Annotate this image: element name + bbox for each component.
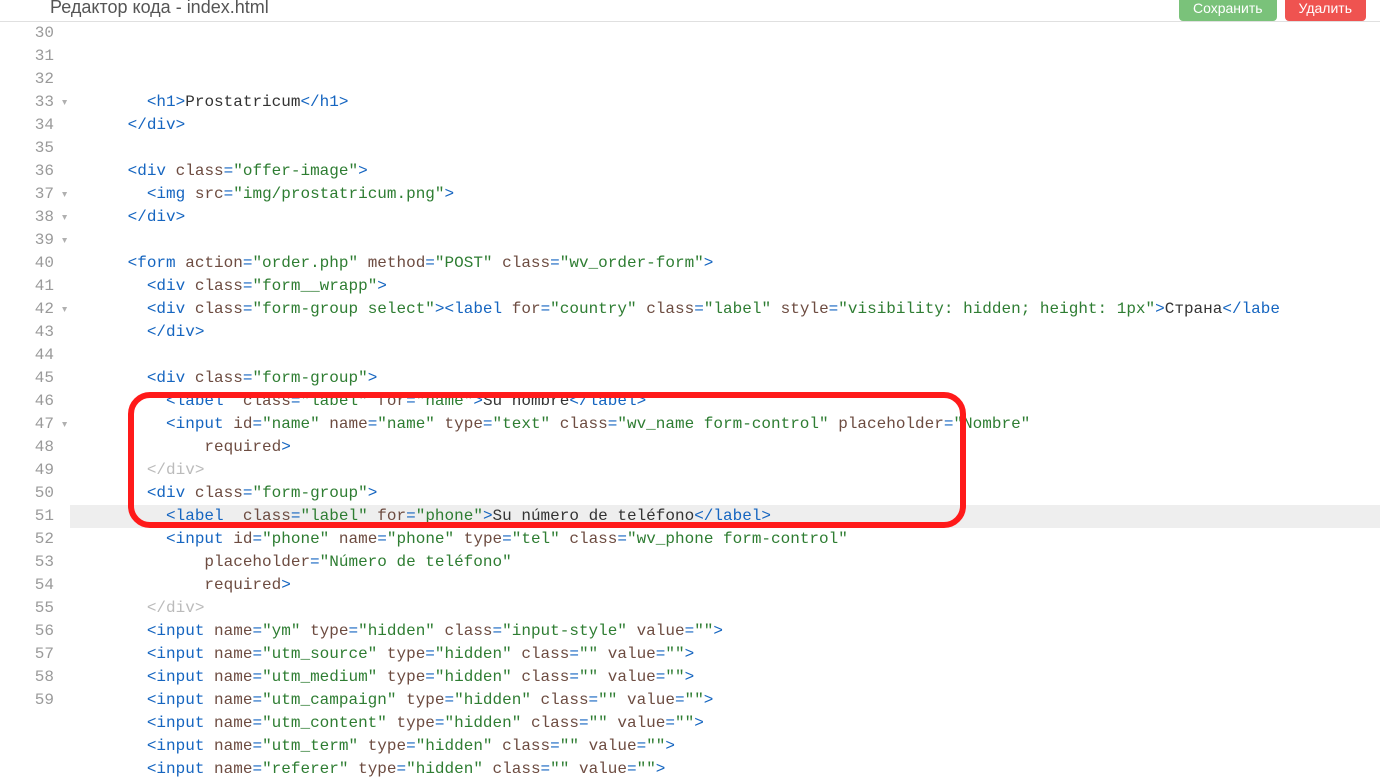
code-line[interactable]: <input name="utm_content" type="hidden" … <box>70 712 1380 735</box>
line-number[interactable]: 44 <box>0 344 54 367</box>
code-line[interactable]: <input name="utm_term" type="hidden" cla… <box>70 735 1380 758</box>
code-line[interactable]: <h1>Prostatricum</h1> <box>70 91 1380 114</box>
code-line[interactable]: <div class="offer-image"> <box>70 160 1380 183</box>
code-line[interactable]: </div> <box>70 459 1380 482</box>
code-line[interactable]: </div> <box>70 206 1380 229</box>
code-line[interactable]: required> <box>70 436 1380 459</box>
line-number[interactable]: 38 <box>0 206 54 229</box>
line-number[interactable]: 30 <box>0 22 54 45</box>
line-number[interactable]: 48 <box>0 436 54 459</box>
line-number[interactable]: 47 <box>0 413 54 436</box>
code-line[interactable] <box>70 229 1380 252</box>
code-line[interactable]: <div class="form__wrapp"> <box>70 275 1380 298</box>
line-number[interactable]: 40 <box>0 252 54 275</box>
line-number[interactable]: 57 <box>0 643 54 666</box>
code-line[interactable]: placeholder="Número de teléfono" <box>70 551 1380 574</box>
line-number[interactable]: 52 <box>0 528 54 551</box>
header-buttons: Сохранить Удалить <box>1179 0 1366 21</box>
line-number[interactable]: 42 <box>0 298 54 321</box>
line-number[interactable]: 46 <box>0 390 54 413</box>
code-line[interactable]: <input name="utm_source" type="hidden" c… <box>70 643 1380 666</box>
line-number[interactable]: 32 <box>0 68 54 91</box>
code-content[interactable]: <h1>Prostatricum</h1> </div> <div class=… <box>70 22 1380 781</box>
code-line[interactable]: <label class="label" for="name">Su nombr… <box>70 390 1380 413</box>
line-number[interactable]: 31 <box>0 45 54 68</box>
code-line[interactable]: <input name="utm_medium" type="hidden" c… <box>70 666 1380 689</box>
code-line[interactable]: <input name="referer" type="hidden" clas… <box>70 758 1380 781</box>
line-number[interactable]: 41 <box>0 275 54 298</box>
line-number[interactable]: 56 <box>0 620 54 643</box>
line-number[interactable]: 50 <box>0 482 54 505</box>
line-number[interactable]: 33 <box>0 91 54 114</box>
code-line[interactable]: <div class="form-group select"><label fo… <box>70 298 1380 321</box>
line-number[interactable]: 54 <box>0 574 54 597</box>
line-number[interactable]: 49 <box>0 459 54 482</box>
line-number[interactable]: 51 <box>0 505 54 528</box>
line-number[interactable]: 43 <box>0 321 54 344</box>
save-button[interactable]: Сохранить <box>1179 0 1277 21</box>
code-line[interactable] <box>70 137 1380 160</box>
code-line[interactable]: <form action="order.php" method="POST" c… <box>70 252 1380 275</box>
line-number[interactable]: 55 <box>0 597 54 620</box>
code-line[interactable]: <input name="ym" type="hidden" class="in… <box>70 620 1380 643</box>
code-editor[interactable]: 3031323334353637383940414243444546474849… <box>0 22 1380 781</box>
code-line[interactable]: <img src="img/prostatricum.png"> <box>70 183 1380 206</box>
line-number[interactable]: 45 <box>0 367 54 390</box>
line-number[interactable]: 53 <box>0 551 54 574</box>
line-number[interactable]: 39 <box>0 229 54 252</box>
code-line[interactable]: </div> <box>70 321 1380 344</box>
code-line[interactable]: <div class="form-group"> <box>70 482 1380 505</box>
header-title: Редактор кода - index.html <box>50 0 269 18</box>
line-number[interactable]: 34 <box>0 114 54 137</box>
line-number-gutter[interactable]: 3031323334353637383940414243444546474849… <box>0 22 70 781</box>
delete-button[interactable]: Удалить <box>1285 0 1366 21</box>
code-line[interactable] <box>70 344 1380 367</box>
line-number[interactable]: 35 <box>0 137 54 160</box>
code-line[interactable]: required> <box>70 574 1380 597</box>
code-line[interactable]: </div> <box>70 114 1380 137</box>
code-line[interactable]: <input name="utm_campaign" type="hidden"… <box>70 689 1380 712</box>
line-number[interactable]: 36 <box>0 160 54 183</box>
code-line[interactable]: </div> <box>70 597 1380 620</box>
line-number[interactable]: 58 <box>0 666 54 689</box>
code-line[interactable]: <input id="phone" name="phone" type="tel… <box>70 528 1380 551</box>
code-line[interactable]: <label class="label" for="phone">Su núme… <box>70 505 1380 528</box>
header-bar: Редактор кода - index.html Сохранить Уда… <box>0 0 1380 22</box>
code-line[interactable]: <div class="form-group"> <box>70 367 1380 390</box>
code-line[interactable]: <input id="name" name="name" type="text"… <box>70 413 1380 436</box>
line-number[interactable]: 59 <box>0 689 54 712</box>
line-number[interactable]: 37 <box>0 183 54 206</box>
